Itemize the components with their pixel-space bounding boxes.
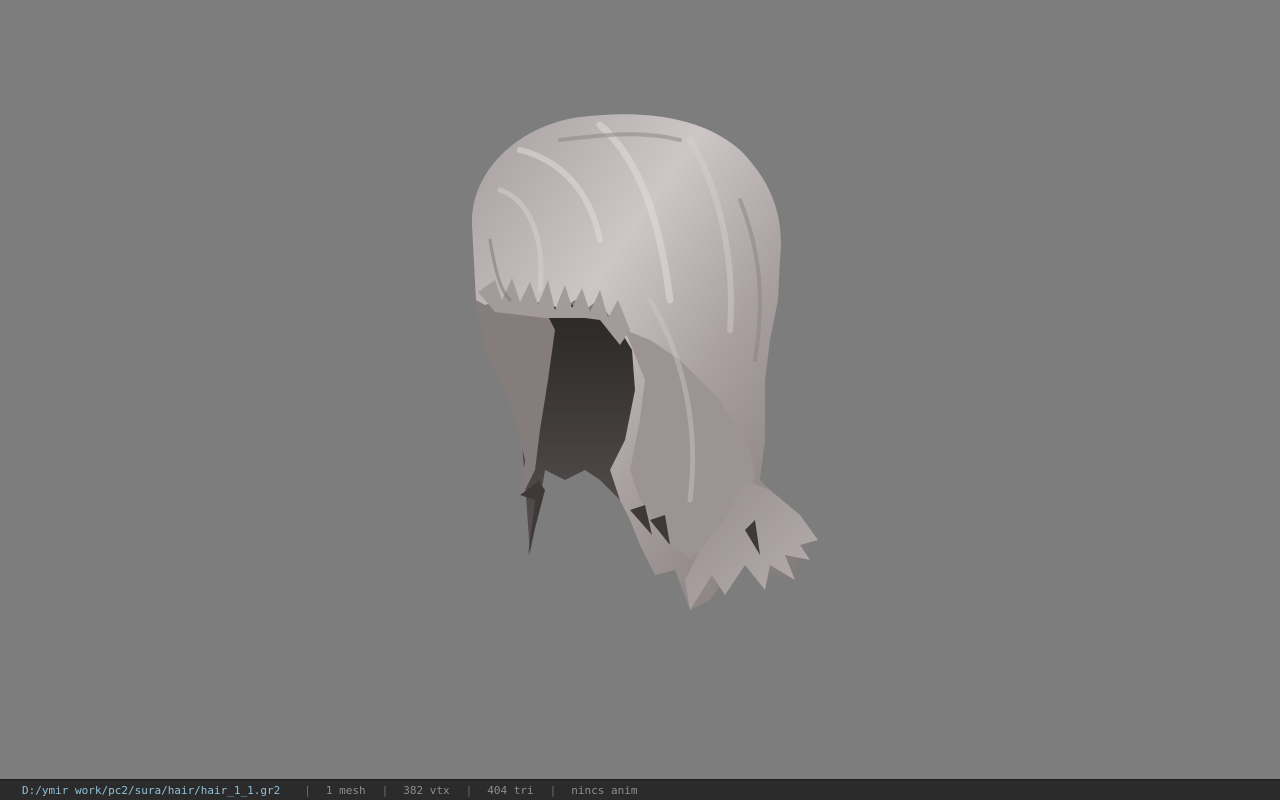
vertex-count: 382 vtx (403, 783, 450, 797)
mesh-count: 1 mesh (325, 783, 366, 797)
3d-viewport[interactable] (0, 0, 1280, 779)
status-separator: | (304, 783, 311, 797)
animation-status: nincs anim (571, 783, 638, 797)
status-separator: | (465, 783, 473, 797)
status-separator: | (381, 783, 389, 797)
status-bar: D:/ymir work/pc2/sura/hair/hair_1_1.gr2 … (0, 779, 1280, 800)
file-path: D:/ymir work/pc2/sura/hair/hair_1_1.gr2 (22, 783, 281, 797)
triangle-count: 404 tri (487, 783, 534, 797)
status-separator: | (549, 783, 557, 797)
hair-model-render[interactable] (0, 0, 1280, 779)
